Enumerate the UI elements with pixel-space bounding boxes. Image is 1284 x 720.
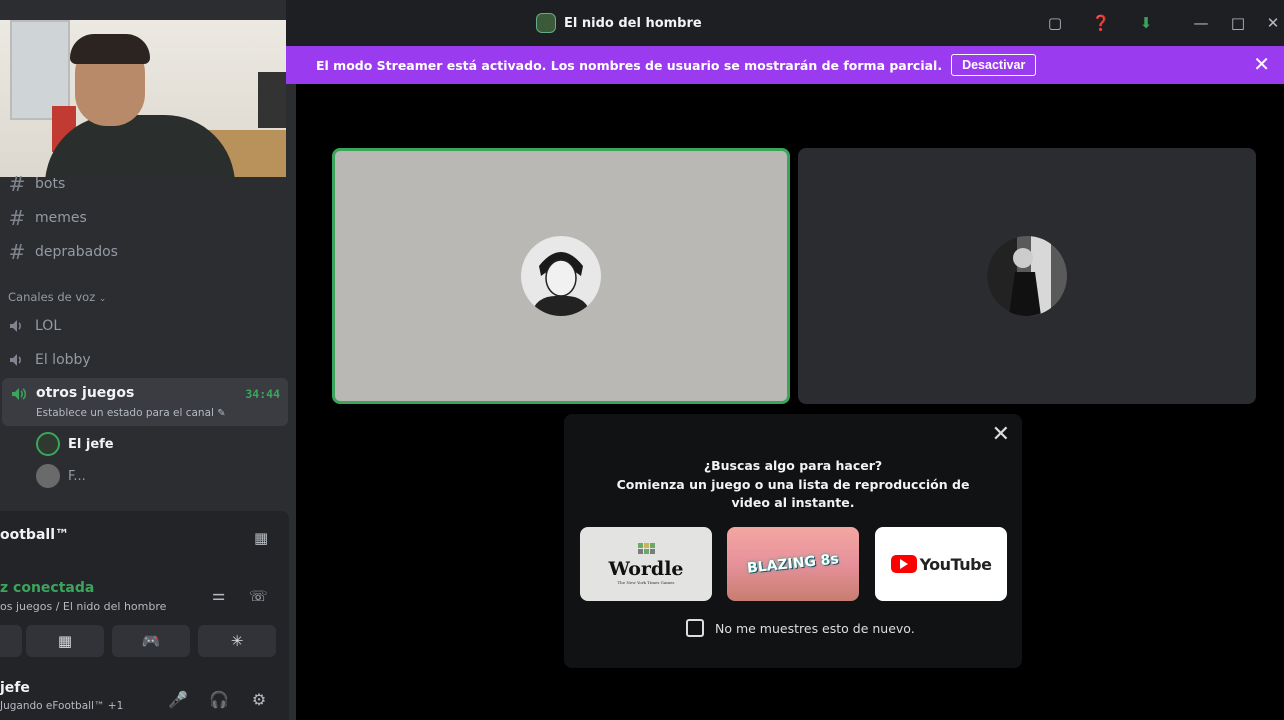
member-el-jefe[interactable]: El jefe <box>36 430 114 458</box>
gamepad-icon: 🎮 <box>141 632 161 650</box>
title-bar: El nido del hombre ▢ ❓ ⬇ — □ ✕ <box>286 0 1284 46</box>
screen-share-icon: ▦ <box>57 632 73 650</box>
close-icon[interactable]: ✕ <box>1253 54 1270 74</box>
avatar <box>36 432 60 456</box>
active-channel-name: otros juegos <box>36 385 135 401</box>
gear-icon[interactable]: ⚙ <box>247 687 271 711</box>
voice-category-header[interactable]: Canales de voz ⌄ <box>8 290 106 304</box>
channel-bots[interactable]: # bots <box>8 171 66 197</box>
voice-user-panel: ootball™ ▦ z conectada os juegos / El ni… <box>0 511 289 720</box>
video-tile-speaking[interactable] <box>332 148 790 404</box>
call-timer: 34:44 <box>245 387 280 401</box>
noise-suppression-icon[interactable]: ⚌ <box>212 586 225 604</box>
headphones-icon[interactable]: 🎧 <box>207 687 231 711</box>
activity-card-wordle[interactable]: Wordle The New York Times Games <box>580 527 712 601</box>
minimize-icon[interactable]: — <box>1190 12 1212 34</box>
activity-suggestion-popup: ✕ ¿Buscas algo para hacer? Comienza un j… <box>564 414 1022 668</box>
disconnect-icon[interactable]: ☏ <box>249 587 268 605</box>
banner-text: El modo Streamer está activado. Los nomb… <box>316 57 943 73</box>
pencil-icon: ✎ <box>217 408 226 419</box>
voice-connected-status[interactable]: z conectada <box>0 580 94 596</box>
speaker-active-icon <box>10 385 28 403</box>
voice-channel-active[interactable]: otros juegos 34:44 Establece un estado p… <box>2 378 288 426</box>
deactivate-button[interactable]: Desactivar <box>951 54 1037 76</box>
user-status: Jugando eFootball™ +1 <box>0 700 124 712</box>
channel-deprabados[interactable]: # deprabados <box>8 239 118 265</box>
close-window-icon[interactable]: ✕ <box>1262 12 1284 34</box>
hash-icon: # <box>8 206 26 230</box>
discord-window: # bots # memes # deprabados Canales de v… <box>0 0 1284 720</box>
help-icon[interactable]: ❓ <box>1090 12 1112 34</box>
avatar <box>521 236 601 316</box>
avatar <box>987 236 1067 316</box>
soundboard-icon: ✳ <box>230 632 244 650</box>
hash-icon: # <box>8 172 26 196</box>
webcam-preview <box>0 20 286 177</box>
soundboard-button[interactable]: ✳ <box>198 625 276 657</box>
channel-memes[interactable]: # memes <box>8 205 87 231</box>
speaker-icon <box>8 351 26 369</box>
user-name[interactable]: jefe <box>0 680 30 696</box>
popup-question: ¿Buscas algo para hacer? <box>703 458 883 473</box>
channel-status-hint[interactable]: Establece un estado para el canal ✎ <box>36 407 226 419</box>
screen-share-button[interactable]: ▦ <box>26 625 104 657</box>
wordle-grid-icon <box>637 543 655 554</box>
youtube-icon <box>890 555 917 573</box>
chevron-down-icon: ⌄ <box>98 294 107 304</box>
voice-channel-el-lobby[interactable]: El lobby <box>8 347 91 373</box>
dont-show-again-checkbox[interactable] <box>686 619 704 637</box>
activity-game: ootball™ <box>0 527 69 543</box>
inbox-icon[interactable]: ▢ <box>1044 12 1066 34</box>
voice-channel-lol[interactable]: LOL <box>8 313 61 339</box>
channel-sidebar: # bots # memes # deprabados Canales de v… <box>0 0 296 720</box>
activities-button[interactable]: 🎮 <box>112 625 190 657</box>
microphone-icon[interactable]: 🎤 <box>166 687 190 711</box>
avatar <box>36 464 60 488</box>
screen-share-icon[interactable]: ▦ <box>254 529 268 547</box>
close-icon[interactable]: ✕ <box>992 422 1010 447</box>
voice-location[interactable]: os juegos / El nido del hombre <box>0 600 166 613</box>
server-icon <box>536 13 556 33</box>
dont-show-again-row[interactable]: No me muestres esto de nuevo. <box>686 619 915 637</box>
maximize-icon[interactable]: □ <box>1227 12 1249 34</box>
camera-button[interactable] <box>0 625 22 657</box>
window-title: El nido del hombre <box>536 13 702 33</box>
activity-card-blazing-8s[interactable]: BLAZING 8s <box>727 527 859 601</box>
popup-description: Comienza un juego o una lista de reprodu… <box>616 477 970 510</box>
speaker-icon <box>8 317 26 335</box>
download-icon[interactable]: ⬇ <box>1135 12 1157 34</box>
member-f[interactable]: F... <box>36 462 86 490</box>
hash-icon: # <box>8 240 26 264</box>
streamer-mode-banner: El modo Streamer está activado. Los nomb… <box>286 46 1284 84</box>
activity-card-youtube[interactable]: YouTube <box>875 527 1007 601</box>
video-tile[interactable] <box>798 148 1256 404</box>
